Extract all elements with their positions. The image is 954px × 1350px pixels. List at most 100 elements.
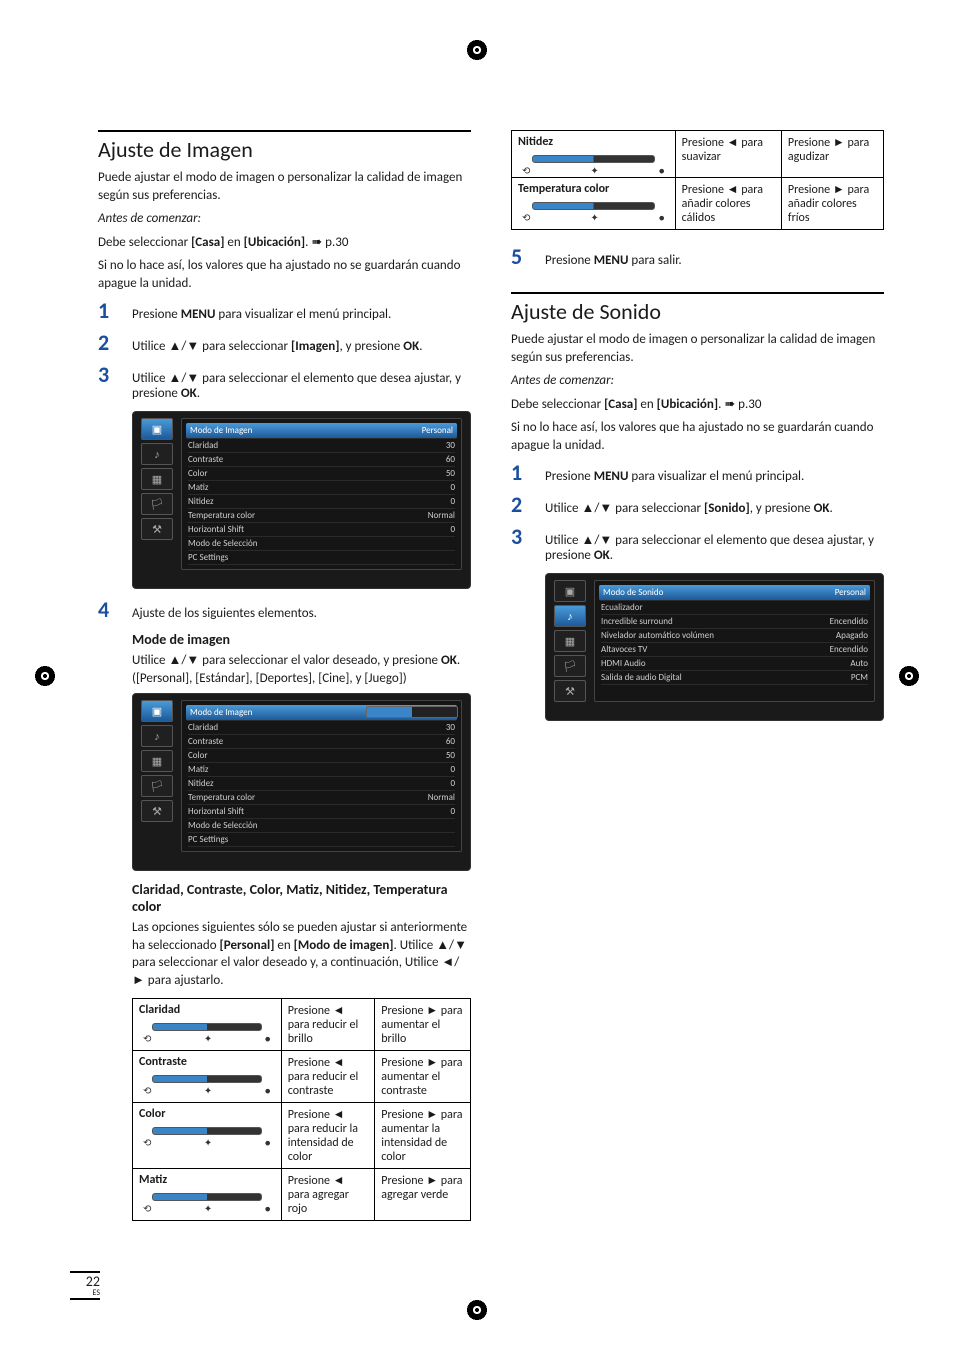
menu-row: Color50 [188,467,455,481]
param-left-action: Presione ◄ para suavizar [675,131,781,178]
before-label: Antes de comenzar: [98,210,471,228]
heading-ajuste-sonido: Ajuste de Sonido [511,298,884,325]
step-3: 3 Utilice ▲/▼ para seleccionar el elemen… [98,364,471,401]
slider-graphic: ⟲✦● [518,155,669,173]
menu-icon-sound: ♪ [554,605,586,627]
menu-icon-sound: ♪ [141,443,173,465]
menu-row: PC Settings [188,551,455,565]
menu-row: Horizontal Shift0 [188,523,455,537]
menu-screenshot-imagen-1: ▣ ♪ ▦ 🏳 ⚒ Modo de ImagenPersonalClaridad… [132,411,471,589]
param-right-action: Presione ► para añadir colores fríos [781,178,883,230]
params-table-left: Claridad ⟲✦● Presione ◄ para reducir el … [132,998,471,1221]
before-line-a: Debe seleccionar [Casa] en [Ubicación]. … [98,234,471,252]
menu-icon-install: ⚒ [141,518,173,540]
menu-icon-features: ▦ [141,750,173,772]
slider-graphic: ⟲✦● [139,1075,275,1093]
menu-icon-picture: ▣ [141,700,173,722]
menu-icon-install: ⚒ [554,680,586,702]
step-1: 1 Presione MENU para visualizar el menú … [98,300,471,322]
param-row: Temperatura color ⟲✦● Presione ◄ para añ… [512,178,884,230]
param-row: Nitidez ⟲✦● Presione ◄ para suavizarPres… [512,131,884,178]
registration-mark-top [467,40,487,60]
menu-row: PC Settings [188,833,455,847]
menu-row: Claridad30 [188,439,455,453]
registration-mark-bottom [467,1300,487,1320]
adj-heading: Claridad, Contraste, Color, Matiz, Nitid… [132,881,471,915]
param-label-cell: Nitidez ⟲✦● [512,131,676,178]
param-right-action: Presione ► para agregar verde [375,1168,471,1220]
slider-graphic: ⟲✦● [139,1023,275,1041]
param-left-action: Presione ◄ para añadir colores cálidos [675,178,781,230]
menu-row: Claridad30 [188,721,455,735]
slider-graphic: ⟲✦● [139,1193,275,1211]
param-right-action: Presione ► para aumentar el brillo [375,998,471,1050]
selection-highlight-box [366,706,458,718]
param-row: Matiz ⟲✦● Presione ◄ para agregar rojoPr… [133,1168,471,1220]
intro-text-sonido: Puede ajustar el modo de imagen o person… [511,331,884,366]
menu-icon-language: 🏳 [141,493,173,515]
step-4: 4 Ajuste de los siguientes elementos. [98,599,471,621]
menu-row: HDMI AudioAuto [601,657,868,671]
before-line-b: Si no lo hace así, los valores que ha aj… [98,257,471,292]
menu-row: Nitidez0 [188,777,455,791]
menu-icon-install: ⚒ [141,800,173,822]
slider-graphic: ⟲✦● [139,1127,275,1145]
menu-icon-language: 🏳 [141,775,173,797]
param-label-cell: Color ⟲✦● [133,1102,282,1168]
param-label-cell: Temperatura color ⟲✦● [512,178,676,230]
menu-row: Matiz0 [188,481,455,495]
menu-row: Color50 [188,749,455,763]
step-2: 2 Utilice ▲/▼ para seleccionar [Imagen],… [98,332,471,354]
menu-row: Matiz0 [188,763,455,777]
param-right-action: Presione ► para aumentar la intensidad d… [375,1102,471,1168]
step-1-sonido: 1 Presione MENU para visualizar el menú … [511,462,884,484]
heading-rule [98,130,471,132]
menu-row: Temperatura colorNormal [188,791,455,805]
menu-row: Horizontal Shift0 [188,805,455,819]
menu-icon-features: ▦ [141,468,173,490]
menu-row: Modo de Selección [188,537,455,551]
menu-row: Modo de Selección [188,819,455,833]
param-left-action: Presione ◄ para reducir el contraste [281,1050,375,1102]
before-label-sonido: Antes de comenzar: [511,372,884,390]
before-line-a-sonido: Debe seleccionar [Casa] en [Ubicación]. … [511,396,884,414]
menu-row: Ecualizador [601,601,868,615]
param-label-cell: Matiz ⟲✦● [133,1168,282,1220]
heading-rule [511,292,884,294]
param-label-cell: Contraste ⟲✦● [133,1050,282,1102]
menu-row: Modo de ImagenPersonal [186,423,457,439]
mode-de-imagen-text: Utilice ▲/▼ para seleccionar el valor de… [132,652,471,687]
menu-row: Nivelador automático volúmenApagado [601,629,868,643]
mode-de-imagen-heading: Mode de imagen [132,631,471,648]
menu-screenshot-sonido: ▣ ♪ ▦ 🏳 ⚒ Modo de SonidoPersonalEcualiza… [545,573,884,721]
registration-mark-right [899,666,919,686]
page-footer: 22 ES [70,1271,100,1300]
param-left-action: Presione ◄ para reducir la intensidad de… [281,1102,375,1168]
menu-icon-picture: ▣ [141,418,173,440]
adj-text: Las opciones siguientes sólo se pueden a… [132,919,471,989]
heading-ajuste-imagen: Ajuste de Imagen [98,136,471,163]
param-right-action: Presione ► para agudizar [781,131,883,178]
param-row: Contraste ⟲✦● Presione ◄ para reducir el… [133,1050,471,1102]
param-row: Claridad ⟲✦● Presione ◄ para reducir el … [133,998,471,1050]
intro-text: Puede ajustar el modo de imagen o person… [98,169,471,204]
menu-icon-features: ▦ [554,630,586,652]
menu-icon-picture: ▣ [554,580,586,602]
menu-row: Altavoces TVEncendido [601,643,868,657]
step-3-sonido: 3 Utilice ▲/▼ para seleccionar el elemen… [511,526,884,563]
menu-icon-sound: ♪ [141,725,173,747]
registration-mark-left [35,666,55,686]
step-5: 5 Presione MENU para salir. [511,246,884,268]
before-line-b-sonido: Si no lo hace así, los valores que ha aj… [511,419,884,454]
param-left-action: Presione ◄ para reducir el brillo [281,998,375,1050]
param-label-cell: Claridad ⟲✦● [133,998,282,1050]
right-column: Nitidez ⟲✦● Presione ◄ para suavizarPres… [511,130,884,1231]
params-table-right: Nitidez ⟲✦● Presione ◄ para suavizarPres… [511,130,884,230]
menu-row: Temperatura colorNormal [188,509,455,523]
param-right-action: Presione ► para aumentar el contraste [375,1050,471,1102]
menu-row: Contraste60 [188,453,455,467]
slider-graphic: ⟲✦● [518,202,669,220]
menu-row: Contraste60 [188,735,455,749]
menu-screenshot-imagen-2: ▣ ♪ ▦ 🏳 ⚒ Modo de ImagenPersonalClaridad… [132,693,471,871]
step-2-sonido: 2 Utilice ▲/▼ para seleccionar [Sonido],… [511,494,884,516]
